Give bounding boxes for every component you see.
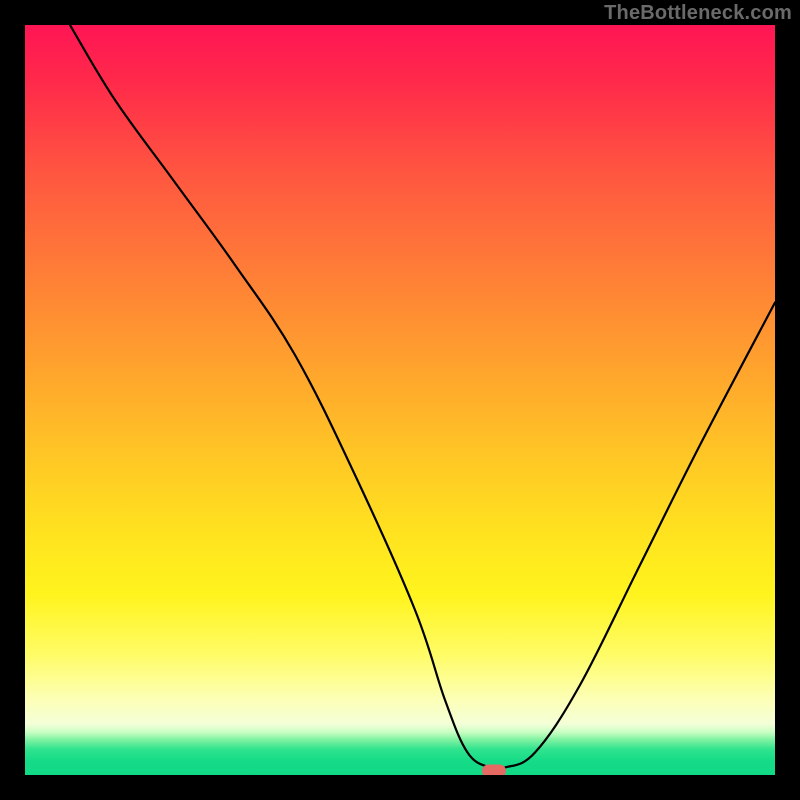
plot-area	[25, 25, 775, 775]
watermark-text: TheBottleneck.com	[604, 2, 792, 25]
chart-frame: TheBottleneck.com	[0, 0, 800, 800]
optimal-marker	[482, 765, 506, 775]
bottleneck-curve	[25, 25, 775, 775]
